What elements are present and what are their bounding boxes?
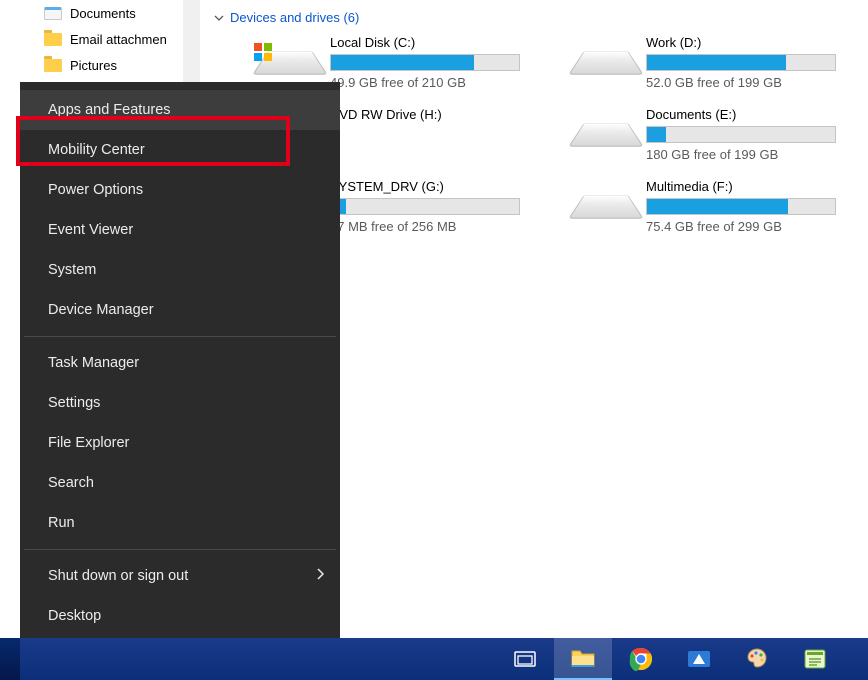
drive-title: Multimedia (F:) xyxy=(646,179,836,194)
capacity-bar-fill xyxy=(647,199,788,214)
drive-title: SYSTEM_DRV (G:) xyxy=(330,179,520,194)
nav-item-documents[interactable]: Documents xyxy=(0,0,200,26)
task-view-icon xyxy=(514,650,536,668)
drive-icon xyxy=(578,41,634,79)
winx-separator xyxy=(24,336,336,337)
drive-free-text: 75.4 GB free of 299 GB xyxy=(646,219,836,234)
winx-item-run[interactable]: Run xyxy=(20,503,340,543)
winx-item-label: Search xyxy=(48,475,94,491)
group-header-label: Devices and drives (6) xyxy=(230,10,359,25)
taskbar xyxy=(0,638,868,680)
winx-item-label: Desktop xyxy=(48,608,101,624)
start-button[interactable] xyxy=(0,638,20,680)
capacity-bar-fill xyxy=(331,55,474,70)
winx-separator xyxy=(24,549,336,550)
winx-item-label: Run xyxy=(48,515,75,531)
drive-meta: Work (D:) 52.0 GB free of 199 GB xyxy=(646,35,836,90)
winx-item-label: Task Manager xyxy=(48,355,139,371)
drive-title: DVD RW Drive (H:) xyxy=(330,107,520,122)
chevron-right-icon xyxy=(316,568,324,584)
drive-title: Work (D:) xyxy=(646,35,836,50)
capacity-bar xyxy=(646,54,836,71)
drive-title: Documents (E:) xyxy=(646,107,836,122)
winx-item-power-options[interactable]: Power Options xyxy=(20,170,340,210)
nav-item-label: Documents xyxy=(70,6,136,21)
taskbar-paint[interactable] xyxy=(728,638,786,680)
nav-item-email-attachments[interactable]: Email attachmen xyxy=(0,26,200,52)
winx-item-task-manager[interactable]: Task Manager xyxy=(20,343,340,383)
winx-item-event-viewer[interactable]: Event Viewer xyxy=(20,210,340,250)
winx-item-apps-and-features[interactable]: Apps and Features xyxy=(20,90,340,130)
winx-item-label: Power Options xyxy=(48,182,143,198)
drive-meta: SYSTEM_DRV (G:) 27 MB free of 256 MB xyxy=(330,179,520,234)
taskbar-file-explorer[interactable] xyxy=(554,638,612,680)
winx-item-system[interactable]: System xyxy=(20,250,340,290)
nav-item-pictures[interactable]: Pictures xyxy=(0,52,200,78)
taskbar-aomei[interactable] xyxy=(670,638,728,680)
capacity-bar xyxy=(330,198,520,215)
drive-item[interactable]: Documents (E:) 180 GB free of 199 GB xyxy=(530,105,840,173)
drive-meta: Multimedia (F:) 75.4 GB free of 299 GB xyxy=(646,179,836,234)
winx-item-label: Apps and Features xyxy=(48,102,171,118)
nav-item-label: Pictures xyxy=(70,58,117,73)
folder-icon xyxy=(44,33,62,46)
drive-icon xyxy=(578,113,634,151)
drive-free-text: 180 GB free of 199 GB xyxy=(646,147,836,162)
drive-item[interactable]: Multimedia (F:) 75.4 GB free of 299 GB xyxy=(530,177,840,245)
capacity-bar xyxy=(330,54,520,71)
paint-icon xyxy=(745,647,769,671)
nav-item-label: Email attachmen xyxy=(70,32,167,47)
capacity-bar-fill xyxy=(647,55,786,70)
chrome-icon xyxy=(629,647,653,671)
file-explorer-icon xyxy=(570,647,596,669)
capacity-bar-fill xyxy=(647,127,666,142)
capacity-bar xyxy=(646,198,836,215)
winx-menu: Apps and Features Mobility Center Power Op… xyxy=(20,82,340,638)
capacity-bar xyxy=(646,126,836,143)
winx-item-device-manager[interactable]: Device Manager xyxy=(20,290,340,330)
winx-item-label: Settings xyxy=(48,395,100,411)
winx-item-settings[interactable]: Settings xyxy=(20,383,340,423)
drive-meta: Local Disk (C:) 49.9 GB free of 210 GB xyxy=(330,35,520,90)
winx-item-label: Mobility Center xyxy=(48,142,145,158)
winx-item-shut-down-or-sign-out[interactable]: Shut down or sign out xyxy=(20,556,340,596)
aomei-icon xyxy=(686,648,712,670)
drive-icon xyxy=(578,185,634,223)
taskbar-chrome[interactable] xyxy=(612,638,670,680)
folder-icon xyxy=(44,59,62,72)
winx-item-search[interactable]: Search xyxy=(20,463,340,503)
winx-item-desktop[interactable]: Desktop xyxy=(20,596,340,636)
taskbar-task-view[interactable] xyxy=(496,638,554,680)
winx-item-label: Device Manager xyxy=(48,302,154,318)
document-icon xyxy=(44,7,62,20)
drive-free-text: 27 MB free of 256 MB xyxy=(330,219,520,234)
winx-item-label: File Explorer xyxy=(48,435,129,451)
group-header-devices[interactable]: Devices and drives (6) xyxy=(214,10,868,25)
drive-icon xyxy=(262,41,318,79)
drive-item[interactable]: Work (D:) 52.0 GB free of 199 GB xyxy=(530,33,840,101)
drive-title: Local Disk (C:) xyxy=(330,35,520,50)
winx-item-label: System xyxy=(48,262,96,278)
winx-item-label: Event Viewer xyxy=(48,222,133,238)
drive-free-text: 49.9 GB free of 210 GB xyxy=(330,75,520,90)
winx-item-label: Shut down or sign out xyxy=(48,568,188,584)
drive-meta: DVD RW Drive (H:) xyxy=(330,107,520,126)
editor-icon xyxy=(803,648,827,670)
drive-meta: Documents (E:) 180 GB free of 199 GB xyxy=(646,107,836,162)
taskbar-editor[interactable] xyxy=(786,638,844,680)
winx-item-mobility-center[interactable]: Mobility Center xyxy=(20,130,340,170)
winx-item-file-explorer[interactable]: File Explorer xyxy=(20,423,340,463)
drive-free-text: 52.0 GB free of 199 GB xyxy=(646,75,836,90)
chevron-down-icon xyxy=(214,13,224,23)
